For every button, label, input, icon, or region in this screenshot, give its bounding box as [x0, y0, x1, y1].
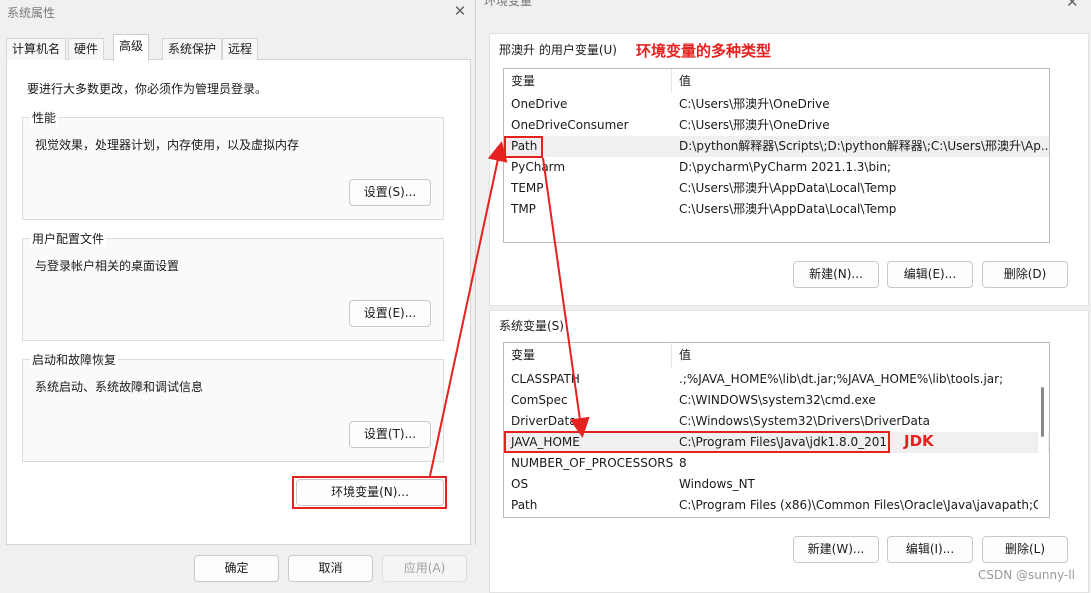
dialog-title: 环境变量: [484, 0, 533, 8]
column-header-value[interactable]: 值: [672, 69, 1049, 93]
user-new-button[interactable]: 新建(N)...: [793, 261, 879, 288]
variable-value: D:\pycharm\PyCharm 2021.1.3\bin;: [679, 160, 892, 174]
performance-settings-button[interactable]: 设置(S)...: [349, 179, 431, 206]
variable-name: NUMBER_OF_PROCESSORS: [511, 456, 674, 470]
table-row[interactable]: TEMP C:\Users\邢澳升\AppData\Local\Temp: [505, 178, 1049, 199]
tab-hardware[interactable]: 硬件: [68, 38, 105, 60]
variable-value: C:\Windows\System32\Drivers\DriverData: [679, 414, 930, 428]
user-profiles-group: 用户配置文件 与登录帐户相关的桌面设置 设置(E)...: [22, 230, 444, 341]
variable-name: CLASSPATH: [511, 372, 580, 386]
group-description: 与登录帐户相关的桌面设置: [35, 259, 180, 273]
variable-name: TMP: [511, 202, 536, 216]
table-row[interactable]: DriverData C:\Windows\System32\Drivers\Dr…: [505, 411, 1049, 432]
user-variables-table[interactable]: 变量 值 OneDrive C:\Users\邢澳升\OneDrive OneDr…: [503, 68, 1050, 243]
dialog-footer: 确定 取消 应用(A): [0, 545, 476, 593]
user-edit-button[interactable]: 编辑(E)...: [887, 261, 973, 288]
tab-remote[interactable]: 远程: [222, 38, 259, 60]
variable-value: D:\python解释器\Scripts\;D:\python解释器\;C:\U…: [679, 139, 1050, 153]
group-description: 系统启动、系统故障和调试信息: [35, 380, 204, 394]
tab-strip: 计算机名 硬件 高级 系统保护 远程: [6, 34, 471, 61]
group-legend: 用户配置文件: [30, 230, 107, 247]
variable-name: DriverData: [511, 414, 577, 428]
variable-name: Path: [511, 498, 538, 512]
table-row[interactable]: PyCharm D:\pycharm\PyCharm 2021.1.3\bin;: [505, 157, 1049, 178]
annotation-types: 环境变量的多种类型: [636, 42, 772, 60]
admin-note: 要进行大多数更改，你必须作为管理员登录。: [27, 82, 268, 96]
variable-name: OS: [511, 477, 529, 491]
group-legend: 性能: [30, 109, 59, 126]
variable-value: C:\Users\邢澳升\AppData\Local\Temp: [679, 181, 897, 195]
scrollbar-thumb[interactable]: [1041, 387, 1044, 437]
system-variables-table[interactable]: 变量 值 CLASSPATH .;%JAVA_HOME%\lib\dt.jar;%…: [503, 342, 1050, 518]
profiles-settings-button[interactable]: 设置(E)...: [349, 300, 431, 327]
table-row[interactable]: CLASSPATH .;%JAVA_HOME%\lib\dt.jar;%JAVA_…: [505, 369, 1049, 390]
variable-value: C:\WINDOWS\system32\cmd.exe: [679, 393, 876, 407]
system-variables-label: 系统变量(S): [499, 319, 564, 333]
tab-advanced[interactable]: 高级: [113, 34, 150, 61]
variable-name: OneDriveConsumer: [511, 118, 629, 132]
table-row[interactable]: NUMBER_OF_PROCESSORS 8: [505, 453, 1049, 474]
close-icon[interactable]: ✕: [1066, 0, 1079, 11]
apply-button[interactable]: 应用(A): [382, 555, 467, 582]
variable-name: ComSpec: [511, 393, 568, 407]
highlight-box: [504, 136, 543, 158]
variable-name: OneDrive: [511, 97, 568, 111]
system-new-button[interactable]: 新建(W)...: [793, 536, 879, 563]
table-row[interactable]: Path C:\Program Files (x86)\Common Files\…: [505, 495, 1050, 516]
variable-value: C:\Users\邢澳升\OneDrive: [679, 97, 830, 111]
table-row-selected[interactable]: Path D:\python解释器\Scripts\;D:\python解释器\;…: [505, 136, 1050, 157]
highlight-box: [504, 431, 890, 453]
group-legend: 启动和故障恢复: [30, 351, 119, 368]
ok-button[interactable]: 确定: [194, 555, 279, 582]
variable-name: TEMP: [511, 181, 544, 195]
startup-recovery-group: 启动和故障恢复 系统启动、系统故障和调试信息 设置(T)...: [22, 351, 444, 462]
table-row[interactable]: OneDrive C:\Users\邢澳升\OneDrive: [505, 94, 1049, 115]
table-row[interactable]: OneDriveConsumer C:\Users\邢澳升\OneDrive: [505, 115, 1049, 136]
system-edit-button[interactable]: 编辑(I)...: [887, 536, 973, 563]
dialog-title: 系统属性: [7, 6, 56, 20]
table-row[interactable]: OS Windows_NT: [505, 474, 1049, 495]
variable-value: C:\Users\邢澳升\AppData\Local\Temp: [679, 202, 897, 216]
watermark: CSDN @sunny-ll: [978, 568, 1075, 582]
system-delete-button[interactable]: 删除(L): [982, 536, 1068, 563]
variable-value: Windows_NT: [679, 477, 755, 491]
table-row[interactable]: ComSpec C:\WINDOWS\system32\cmd.exe: [505, 390, 1049, 411]
variable-name: PyCharm: [511, 160, 566, 174]
group-description: 视觉效果，处理器计划，内存使用，以及虚拟内存: [35, 138, 300, 152]
variable-value: .;%JAVA_HOME%\lib\dt.jar;%JAVA_HOME%\lib…: [679, 372, 1004, 386]
environment-variables-dialog: 环境变量 ✕ 邢澳升 的用户变量(U) 环境变量的多种类型 变量 值 OneDr…: [477, 0, 1091, 593]
variable-value: C:\Program Files (x86)\Common Files\Orac…: [679, 498, 1050, 512]
annotation-jdk: JDK: [904, 432, 934, 450]
vertical-scrollbar[interactable]: [1038, 367, 1048, 517]
system-properties-dialog: 系统属性 ✕ 计算机名 硬件 高级 系统保护 远程 要进行大多数更改，你必须作为…: [0, 0, 476, 593]
tab-system-protection[interactable]: 系统保护: [162, 38, 223, 60]
user-variables-label: 邢澳升 的用户变量(U): [499, 43, 617, 57]
tab-computer-name[interactable]: 计算机名: [6, 38, 67, 60]
column-header-variable[interactable]: 变量: [504, 69, 672, 93]
cancel-button[interactable]: 取消: [288, 555, 373, 582]
table-row[interactable]: TMP C:\Users\邢澳升\AppData\Local\Temp: [505, 199, 1049, 220]
column-header-variable[interactable]: 变量: [504, 343, 672, 367]
variable-value: 8: [679, 456, 687, 470]
variable-value: C:\Users\邢澳升\OneDrive: [679, 118, 830, 132]
user-delete-button[interactable]: 删除(D): [982, 261, 1068, 288]
close-icon[interactable]: ✕: [452, 2, 468, 20]
startup-settings-button[interactable]: 设置(T)...: [349, 421, 431, 448]
column-header-value[interactable]: 值: [672, 343, 1049, 367]
highlight-box: [292, 476, 447, 509]
performance-group: 性能 视觉效果，处理器计划，内存使用，以及虚拟内存 设置(S)...: [22, 109, 444, 220]
